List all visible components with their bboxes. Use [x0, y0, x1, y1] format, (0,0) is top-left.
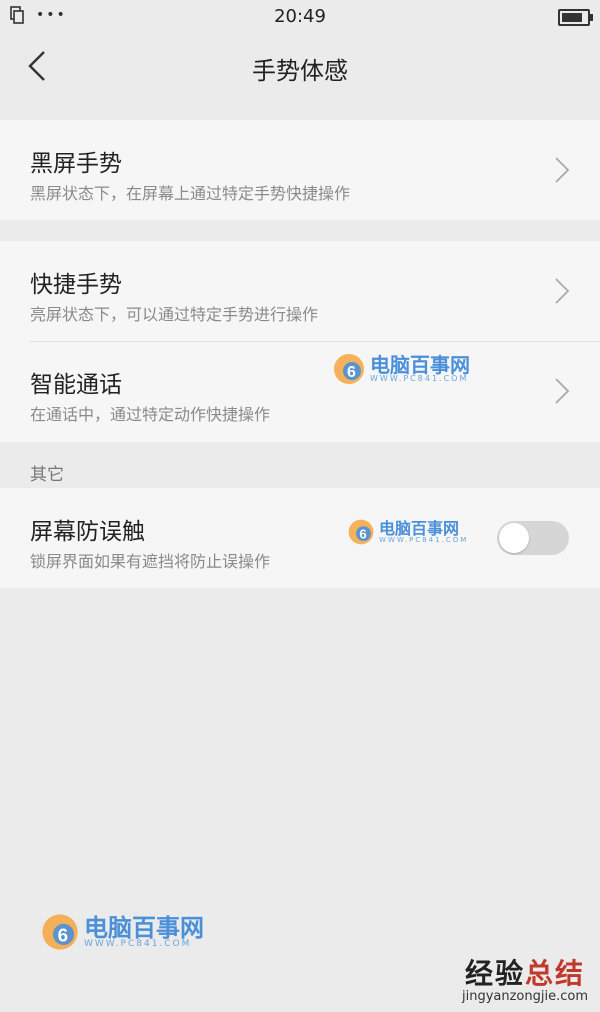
status-time: 20:49: [274, 6, 326, 27]
watermark-brand-small: 6 电脑百事网 WWW.PC841.COM: [347, 518, 468, 546]
item-subtitle: 锁屏界面如果有遮挡将防止误操作: [30, 552, 271, 571]
item-subtitle: 黑屏状态下，在屏幕上通过特定手势快捷操作: [30, 184, 351, 203]
watermark-site: 经验总结 jingyanzongjie.com: [461, 956, 588, 1004]
section-header-other: 其它: [30, 465, 64, 485]
brand-logo-icon: 6: [348, 519, 374, 545]
page-title: 手势体感: [252, 57, 348, 85]
watermark-brand-name: 电脑百事网: [84, 913, 204, 942]
list-item-black-screen-gesture[interactable]: 黑屏手势 黑屏状态下，在屏幕上通过特定手势快捷操作: [0, 120, 600, 220]
watermark-brand-name: 电脑百事网: [379, 518, 460, 538]
watermark-site-name: 经验总结: [462, 956, 588, 990]
item-title: 快捷手势: [30, 272, 122, 298]
watermark-brand: 6 电脑百事网 WWW.PC841.COM: [332, 352, 470, 386]
list-item-smart-call[interactable]: 智能通话 在通话中，通过特定动作快捷操作: [0, 341, 600, 441]
anti-mistouch-toggle[interactable]: [497, 521, 569, 555]
svg-text:6: 6: [347, 364, 356, 381]
list-item-quick-gesture[interactable]: 快捷手势 亮屏状态下，可以通过特定手势进行操作: [0, 241, 600, 341]
watermark-brand-url: WWW.PC841.COM: [370, 374, 469, 383]
watermark-site-name-a: 经验: [464, 956, 525, 990]
battery-fill: [562, 13, 582, 22]
svg-text:6: 6: [58, 924, 68, 945]
watermark-site-url: jingyanzongjie.com: [461, 988, 588, 1004]
item-title: 屏幕防误触: [30, 519, 145, 545]
toggle-knob: [499, 523, 529, 553]
item-title: 黑屏手势: [30, 151, 122, 177]
nav-bar: 手势体感: [0, 34, 600, 98]
chevron-right-icon: [555, 157, 570, 183]
settings-card-gestures: 快捷手势 亮屏状态下，可以通过特定手势进行操作 智能通话 在通话中，通过特定动作…: [0, 241, 600, 442]
item-subtitle: 亮屏状态下，可以通过特定手势进行操作: [30, 305, 319, 324]
svg-text:6: 6: [359, 527, 366, 542]
list-item-anti-mistouch: 屏幕防误触 锁屏界面如果有遮挡将防止误操作: [0, 488, 600, 588]
brand-logo-icon: 6: [334, 354, 364, 384]
watermark-site-name-b: 总结: [524, 956, 585, 990]
item-title: 智能通话: [30, 372, 122, 398]
watermark-brand-name: 电脑百事网: [370, 353, 470, 377]
chevron-right-icon: [555, 278, 570, 304]
chevron-right-icon: [555, 378, 570, 404]
watermark-brand-url: WWW.PC841.COM: [84, 938, 192, 949]
watermark-brand-bottom: 6 电脑百事网 WWW.PC841.COM: [40, 912, 204, 952]
item-subtitle: 在通话中，通过特定动作快捷操作: [30, 405, 271, 424]
battery-icon: [558, 9, 593, 26]
settings-card-other: 屏幕防误触 锁屏界面如果有遮挡将防止误操作: [0, 488, 600, 588]
settings-card-black-screen: 黑屏手势 黑屏状态下，在屏幕上通过特定手势快捷操作: [0, 120, 600, 220]
status-bar: ••• 20:49: [0, 0, 600, 34]
watermark-brand-url: WWW.PC841.COM: [379, 535, 469, 544]
brand-logo-icon: 6: [42, 914, 78, 950]
